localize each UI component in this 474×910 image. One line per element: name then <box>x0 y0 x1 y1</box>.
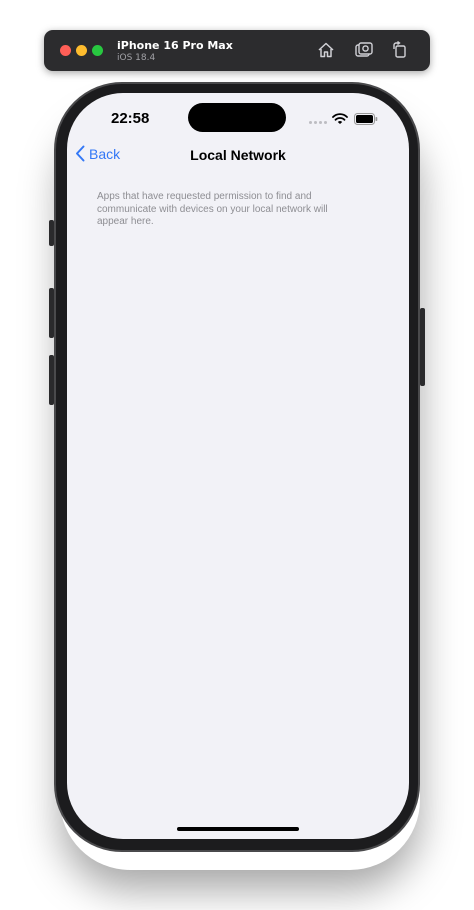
rotate-icon <box>393 40 406 58</box>
device-screen: 22:58 Back Local Network Apps that have … <box>67 93 409 839</box>
navigation-bar: Back Local Network <box>67 143 409 169</box>
zoom-window-button[interactable] <box>92 45 103 56</box>
close-window-button[interactable] <box>60 45 71 56</box>
screenshot-icon <box>355 42 373 57</box>
home-icon <box>318 42 334 58</box>
status-time: 22:58 <box>111 110 150 127</box>
side-button[interactable] <box>420 308 425 386</box>
home-indicator[interactable] <box>177 827 299 831</box>
rotate-button[interactable] <box>390 40 410 60</box>
device-name: iPhone 16 Pro Max <box>117 39 233 52</box>
minimize-window-button[interactable] <box>76 45 87 56</box>
battery-icon <box>354 113 378 125</box>
page-title: Local Network <box>190 147 286 163</box>
cellular-signal-icon <box>309 121 327 124</box>
empty-state-description: Apps that have requested permission to f… <box>97 191 328 227</box>
simulator-toolbar: iPhone 16 Pro Max iOS 18.4 <box>44 30 430 71</box>
dynamic-island <box>188 103 286 132</box>
home-button[interactable] <box>316 40 336 60</box>
screenshot-button[interactable] <box>354 40 374 60</box>
os-version: iOS 18.4 <box>117 53 156 63</box>
wifi-icon <box>332 113 348 124</box>
